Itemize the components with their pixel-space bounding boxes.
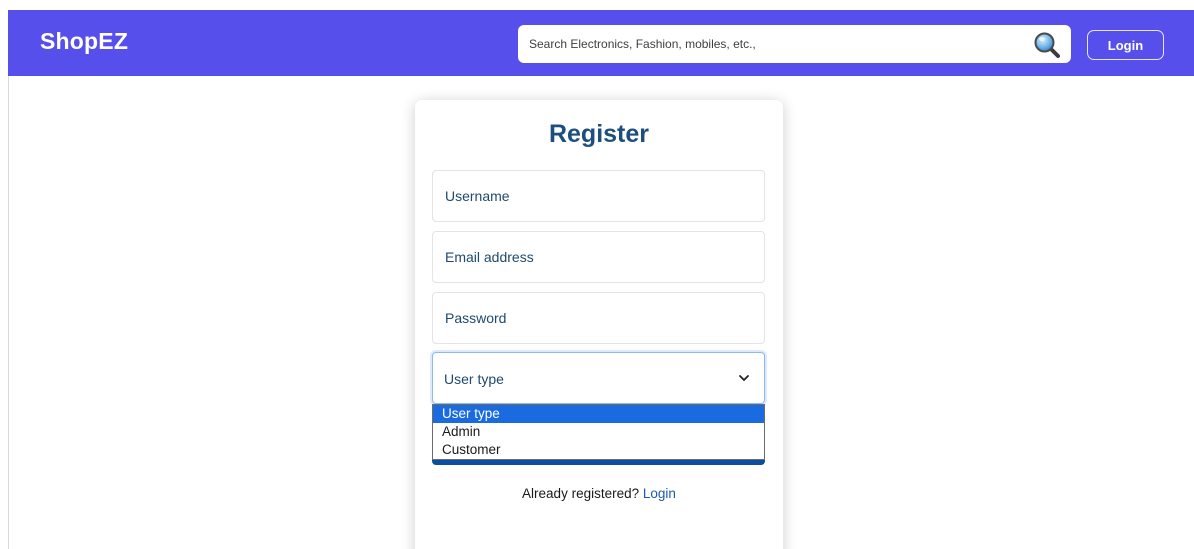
option-admin[interactable]: Admin (433, 423, 764, 441)
navbar: ShopEZ Login (8, 10, 1194, 76)
page-title: Register (548, 120, 650, 148)
search-input[interactable] (518, 25, 1018, 63)
user-type-select[interactable]: User type (432, 352, 765, 404)
option-user-type[interactable]: User type (433, 405, 764, 423)
user-type-dropdown: User type Admin Customer (432, 404, 765, 460)
brand-logo[interactable]: ShopEZ (40, 28, 128, 55)
password-field-wrapper (432, 292, 765, 344)
username-field[interactable] (433, 171, 764, 221)
page: ShopEZ Login Register (0, 0, 1194, 549)
search-box (518, 25, 1071, 63)
option-customer[interactable]: Customer (433, 441, 764, 459)
login-button[interactable]: Login (1087, 30, 1164, 60)
window-edge (8, 76, 9, 549)
password-field[interactable] (433, 293, 764, 343)
username-field-wrapper (432, 170, 765, 222)
email-field[interactable] (433, 232, 764, 282)
user-type-selected-value: User type (444, 371, 504, 387)
already-registered-text: Already registered? Login (415, 486, 783, 501)
email-field-wrapper (432, 231, 765, 283)
login-link[interactable]: Login (643, 486, 676, 501)
top-gap (0, 0, 1194, 10)
chevron-down-icon (739, 375, 749, 381)
register-card: Register User type User type Admin Custo… (415, 100, 783, 549)
search-icon[interactable] (1033, 31, 1061, 59)
already-registered-label: Already registered? (522, 486, 640, 501)
